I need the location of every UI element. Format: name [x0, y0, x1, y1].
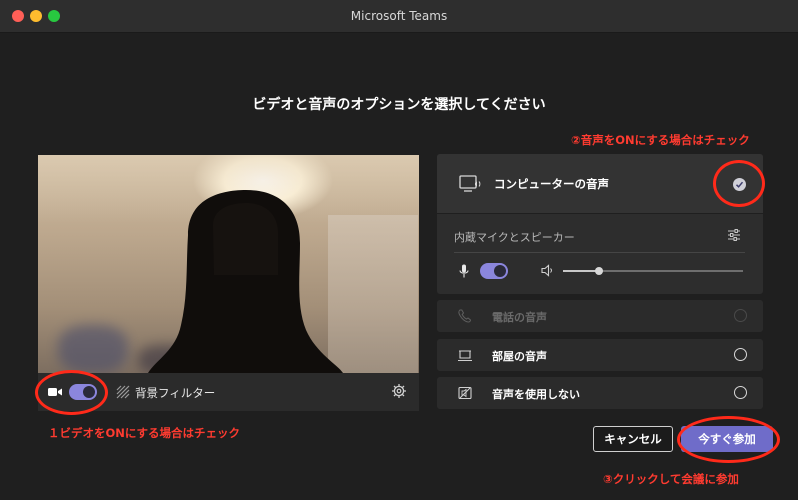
no-audio-radio[interactable] [734, 386, 747, 399]
speaker-volume-icon [541, 264, 552, 277]
speaker-volume-slider[interactable] [563, 267, 743, 275]
phone-audio-option[interactable]: 電話の音声 [437, 300, 763, 332]
background-filter-button[interactable]: 背景フィルター [135, 385, 215, 401]
page-heading: ビデオと音声のオプションを選択してください [252, 97, 546, 113]
annotation-circle-video-toggle [35, 370, 108, 415]
gear-icon[interactable] [391, 383, 407, 399]
microphone-icon [459, 264, 469, 278]
no-audio-option[interactable]: 音声を使用しない [437, 377, 763, 409]
toggle-knob [494, 265, 506, 277]
audio-annotation: ②音声をONにする場合はチェック [571, 133, 750, 147]
join-annotation: ③クリックして会議に参加 [603, 472, 739, 486]
window-titlebar: Microsoft Teams [0, 0, 798, 33]
background-filter-icon [116, 385, 130, 399]
divider [454, 252, 745, 253]
audio-device-label: 内蔵マイクとスピーカー [454, 231, 575, 244]
audio-off-icon [458, 386, 472, 400]
no-audio-label: 音声を使用しない [492, 388, 580, 401]
video-annotation: １ビデオをONにする場合はチェック [48, 426, 241, 440]
volume-slider-handle[interactable] [595, 267, 603, 275]
device-settings-icon[interactable] [727, 228, 741, 242]
annotation-circle-join-button [677, 416, 780, 463]
computer-audio-label: コンピューターの音声 [494, 177, 609, 191]
cancel-button[interactable]: キャンセル [593, 426, 673, 452]
annotation-circle-audio-check [713, 160, 765, 207]
video-preview [38, 155, 419, 373]
phone-audio-label: 電話の音声 [492, 311, 547, 324]
room-audio-label: 部屋の音声 [492, 350, 547, 363]
person-silhouette [148, 190, 343, 373]
phone-icon [458, 309, 472, 323]
phone-audio-radio[interactable] [734, 309, 747, 322]
microphone-toggle[interactable] [480, 263, 508, 279]
room-audio-option[interactable]: 部屋の音声 [437, 339, 763, 371]
computer-speaker-icon [459, 175, 481, 192]
window-title: Microsoft Teams [350, 9, 448, 23]
room-device-icon [458, 350, 472, 362]
volume-fill [563, 270, 599, 272]
room-audio-radio[interactable] [734, 348, 747, 361]
